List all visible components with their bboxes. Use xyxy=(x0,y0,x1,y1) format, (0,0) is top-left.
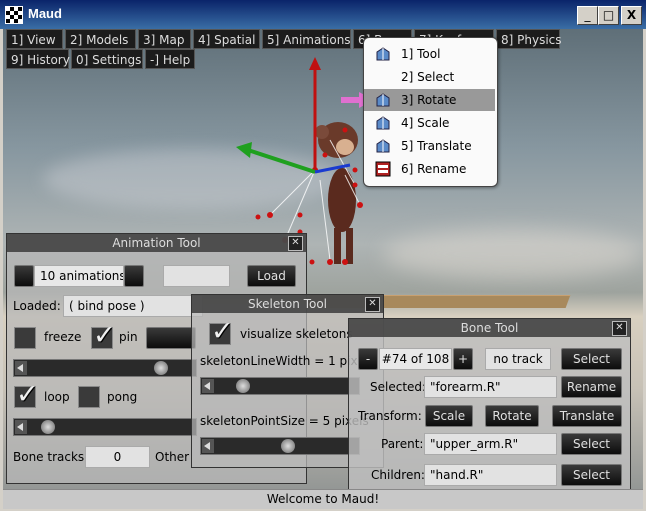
menu-item-label: 1] Tool xyxy=(401,47,441,61)
point-size-label: skeletonPointSize = 5 pixels xyxy=(200,414,369,428)
next-animation-button[interactable] xyxy=(124,265,144,287)
animation-count: 10 animations xyxy=(34,265,124,287)
menu-settings[interactable]: 0] Settings xyxy=(71,49,143,69)
select-bone-button[interactable]: Select xyxy=(561,348,622,370)
scale-button[interactable]: Scale xyxy=(425,405,473,427)
menu-view[interactable]: 1] View xyxy=(6,29,63,49)
maximize-button[interactable]: □ xyxy=(598,6,619,25)
menu-spatial[interactable]: 4] Spatial xyxy=(193,29,260,49)
rotate-button[interactable]: Rotate xyxy=(485,405,539,427)
visualize-skeletons-label: visualize skeletons xyxy=(240,327,353,341)
pong-label: pong xyxy=(107,390,138,404)
menu-item-scale[interactable]: 4] Scale xyxy=(364,112,495,134)
tool-icon xyxy=(376,47,390,61)
skeleton-tool-title: Skeleton Tool xyxy=(192,295,383,313)
app-icon xyxy=(5,6,23,24)
x-axis xyxy=(247,148,316,174)
prev-bone-button[interactable]: - xyxy=(358,348,378,370)
select-child-button[interactable]: Select xyxy=(561,464,622,486)
menu-item-translate[interactable]: 5] Translate xyxy=(364,135,495,157)
rename-icon xyxy=(375,161,391,177)
freeze-label: freeze xyxy=(44,330,82,344)
loaded-label: Loaded: xyxy=(13,299,61,313)
select-parent-button[interactable]: Select xyxy=(561,433,622,455)
status-bar: Welcome to Maud! xyxy=(3,489,643,509)
close-icon[interactable]: ✕ xyxy=(365,297,380,312)
animation-name-field[interactable] xyxy=(163,265,230,287)
bone-dropdown-menu: 1] Tool 2] Select 3] Rotate 4] Scale 5] … xyxy=(363,37,498,187)
pin-checkbox[interactable] xyxy=(91,320,116,351)
pong-checkbox[interactable] xyxy=(78,386,100,408)
bone-tool-title: Bone Tool xyxy=(349,319,630,337)
load-button[interactable]: Load xyxy=(247,265,296,287)
bone-tracks-label: Bone tracks: xyxy=(13,450,89,464)
children-label: Children: xyxy=(371,468,425,482)
bone-index: #74 of 108 xyxy=(379,348,452,370)
menu-item-rename[interactable]: 6] Rename xyxy=(364,158,495,180)
selected-label: Selected: xyxy=(370,380,427,394)
track-status: no track xyxy=(485,348,551,370)
loop-checkbox[interactable] xyxy=(14,379,39,410)
menu-help[interactable]: -] Help xyxy=(145,49,195,69)
time-slider[interactable] xyxy=(13,418,197,436)
menu-map[interactable]: 3] Map xyxy=(138,29,191,49)
translate-icon xyxy=(376,139,390,153)
pin-label: pin xyxy=(119,330,138,344)
selected-bone-value: "forearm.R" xyxy=(424,376,557,398)
menu-item-label: 6] Rename xyxy=(401,162,467,176)
menu-animations[interactable]: 5] Animations xyxy=(262,29,351,49)
rename-button[interactable]: Rename xyxy=(561,376,622,398)
minimize-button[interactable]: _ xyxy=(577,6,598,25)
menu-item-label: 5] Translate xyxy=(401,139,472,153)
bone-tracks-value: 0 xyxy=(85,446,150,468)
transform-label: Transform: xyxy=(358,409,422,423)
other-label: Other xyxy=(155,450,190,464)
menu-item-label: 2] Select xyxy=(401,70,455,84)
menu-item-select[interactable]: 2] Select xyxy=(364,66,495,88)
visualize-skeletons-checkbox[interactable] xyxy=(209,316,234,347)
translate-button[interactable]: Translate xyxy=(552,405,622,427)
line-width-label: skeletonLineWidth = 1 pixel xyxy=(200,354,368,368)
menu-item-label: 4] Scale xyxy=(401,116,450,130)
point-size-slider[interactable] xyxy=(200,437,360,455)
prev-animation-button[interactable] xyxy=(14,265,34,287)
close-icon[interactable]: ✕ xyxy=(612,321,627,336)
menu-item-rotate[interactable]: 3] Rotate xyxy=(364,89,495,111)
speed-slider[interactable] xyxy=(13,359,197,377)
parent-label: Parent: xyxy=(381,437,424,451)
parent-bone-value: "upper_arm.R" xyxy=(424,433,557,455)
next-bone-button[interactable]: + xyxy=(453,348,473,370)
menu-models[interactable]: 2] Models xyxy=(65,29,136,49)
window-title: Maud xyxy=(28,6,62,21)
line-width-slider[interactable] xyxy=(200,377,360,395)
menu-history[interactable]: 9] History xyxy=(6,49,70,69)
close-button[interactable]: X xyxy=(621,6,642,25)
window-titlebar: Maud _ □ X xyxy=(0,0,646,29)
menu-item-label: 3] Rotate xyxy=(401,93,457,107)
rotate-icon xyxy=(376,93,390,107)
child-bone-value: "hand.R" xyxy=(424,464,557,486)
speed-button[interactable] xyxy=(146,327,196,349)
scale-icon xyxy=(376,116,390,130)
freeze-checkbox[interactable] xyxy=(14,327,36,349)
bone-tool-window: Bone Tool ✕ - #74 of 108 + no track Sele… xyxy=(348,318,631,496)
loop-label: loop xyxy=(44,390,70,404)
menu-physics[interactable]: 8] Physics xyxy=(496,29,562,49)
loaded-value: ( bind pose ) xyxy=(63,295,203,317)
close-icon[interactable]: ✕ xyxy=(288,236,303,251)
animation-tool-title: Animation Tool xyxy=(7,234,306,252)
menu-item-tool[interactable]: 1] Tool xyxy=(364,43,495,65)
